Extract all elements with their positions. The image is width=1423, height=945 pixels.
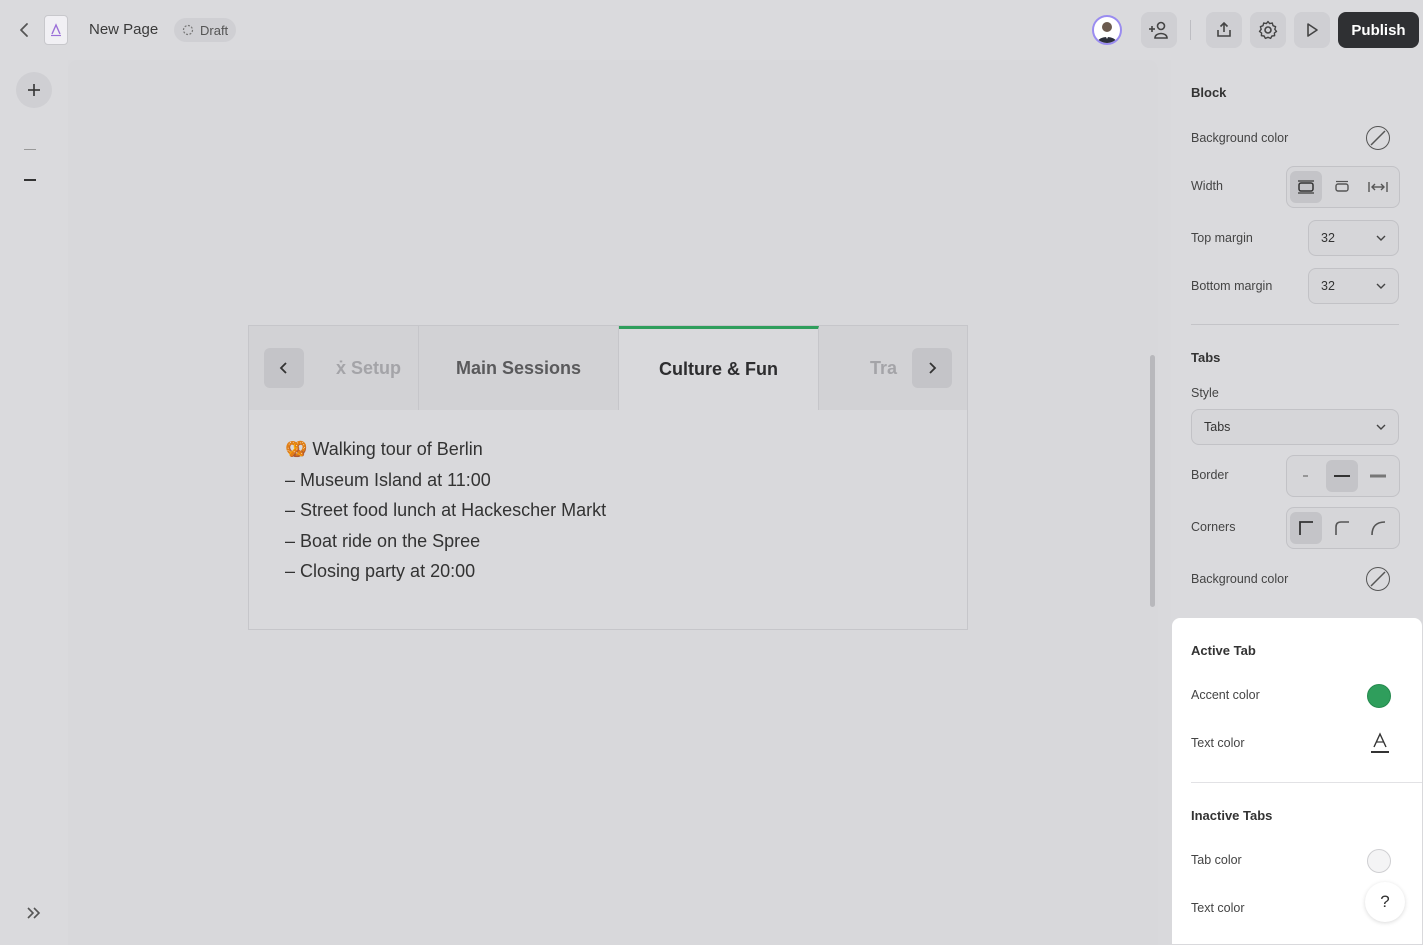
chevron-right-icon <box>929 362 937 374</box>
active-tab-heading: Active Tab <box>1191 643 1256 658</box>
outline-marker[interactable] <box>24 149 36 150</box>
border-thin-icon[interactable] <box>1290 460 1322 492</box>
inactive-tabs-heading: Inactive Tabs <box>1191 808 1273 823</box>
tabs-scroll-left-button[interactable] <box>264 348 304 388</box>
add-collaborator-button[interactable] <box>1141 12 1177 48</box>
tab-label: ẋ Setup <box>335 357 401 378</box>
add-block-button[interactable] <box>16 72 52 108</box>
canvas-scrollbar[interactable] <box>1150 355 1155 607</box>
block-bg-label: Background color <box>1191 131 1289 145</box>
settings-button[interactable] <box>1250 12 1286 48</box>
tab-color-swatch[interactable] <box>1367 849 1391 873</box>
back-icon[interactable] <box>12 18 36 42</box>
tab-strip: ẋ Setup Main Sessions Culture & Fun Tra <box>249 326 967 410</box>
block-bg-color-swatch[interactable] <box>1366 126 1390 150</box>
play-icon <box>1307 23 1318 37</box>
accent-color-label: Accent color <box>1191 688 1260 702</box>
width-medium-icon[interactable] <box>1326 171 1358 203</box>
content-line: – Closing party at 20:00 <box>285 561 476 581</box>
active-text-color-label: Text color <box>1191 736 1245 750</box>
style-select[interactable]: Tabs <box>1191 409 1399 445</box>
plus-icon <box>28 84 40 96</box>
add-user-icon <box>1149 21 1168 39</box>
draft-status-icon <box>182 24 194 36</box>
expand-sidebar-icon[interactable] <box>24 903 44 923</box>
status-label: Draft <box>200 22 229 38</box>
top-bar: New Page Draft Publish <box>0 0 1423 60</box>
section-divider <box>1191 782 1422 783</box>
share-button[interactable] <box>1206 12 1242 48</box>
inactive-text-color-label: Text color <box>1191 901 1245 915</box>
corners-label: Corners <box>1191 520 1236 534</box>
properties-panel: Block Background color Width Top margin … <box>1171 60 1423 620</box>
content-line: – Museum Island at 11:00 <box>285 469 491 490</box>
tabs-bg-label: Background color <box>1191 572 1289 586</box>
left-rail <box>0 60 68 945</box>
text-color-icon[interactable] <box>1369 731 1391 755</box>
border-selector <box>1286 455 1400 497</box>
content-line: – Boat ride on the Spree <box>285 530 481 551</box>
content-line: 🥨 Walking tour of Berlin <box>285 439 483 459</box>
top-margin-value: 32 <box>1321 231 1335 245</box>
corner-rounded-icon[interactable] <box>1326 512 1358 544</box>
tabs-heading: Tabs <box>1191 350 1221 365</box>
outline-marker-active[interactable] <box>24 179 36 181</box>
tabs-scroll-right-button[interactable] <box>912 348 952 388</box>
status-badge: Draft <box>174 18 237 42</box>
page-title[interactable]: New Page <box>89 21 158 38</box>
share-icon <box>1217 21 1231 37</box>
tab-label: Culture & Fun <box>659 359 778 379</box>
border-thick-icon[interactable] <box>1362 460 1394 492</box>
tab-main-sessions[interactable]: Main Sessions <box>419 326 619 410</box>
chevron-down-icon <box>1376 424 1386 430</box>
border-label: Border <box>1191 468 1229 482</box>
bottom-margin-label: Bottom margin <box>1191 279 1273 293</box>
content-line: – Street food lunch at Hackescher Markt <box>285 500 607 520</box>
bottom-margin-value: 32 <box>1321 279 1335 293</box>
width-label: Width <box>1191 179 1223 193</box>
corners-selector <box>1286 507 1400 549</box>
panel-divider <box>1191 324 1399 325</box>
style-label: Style <box>1191 386 1219 400</box>
chevron-down-icon <box>1376 235 1386 241</box>
style-value: Tabs <box>1204 420 1231 434</box>
width-selector <box>1286 166 1400 208</box>
avatar[interactable] <box>1092 15 1122 45</box>
border-medium-icon[interactable] <box>1326 460 1358 492</box>
top-margin-label: Top margin <box>1191 231 1253 245</box>
width-full-icon[interactable] <box>1362 171 1394 203</box>
no-color-icon <box>1370 130 1386 146</box>
page-doc-icon[interactable] <box>44 15 68 45</box>
bottom-margin-select[interactable]: 32 <box>1308 268 1399 304</box>
tab-color-label: Tab color <box>1191 853 1242 867</box>
tabs-block[interactable]: ẋ Setup Main Sessions Culture & Fun Tra … <box>248 325 968 630</box>
tab-label: Tra <box>870 357 898 378</box>
no-color-icon <box>1370 571 1386 587</box>
accent-color-swatch[interactable] <box>1367 684 1391 708</box>
chevron-down-icon <box>1376 283 1386 289</box>
corner-round-icon[interactable] <box>1362 512 1394 544</box>
gear-icon <box>1258 20 1278 40</box>
publish-button[interactable]: Publish <box>1338 12 1419 48</box>
preview-button[interactable] <box>1294 12 1330 48</box>
tab-label: Main Sessions <box>455 357 582 378</box>
block-heading: Block <box>1191 85 1227 100</box>
width-narrow-icon[interactable] <box>1290 171 1322 203</box>
help-button[interactable]: ? <box>1365 882 1405 922</box>
toolbar-divider <box>1190 20 1191 40</box>
tab-content[interactable]: 🥨 Walking tour of Berlin – Museum Island… <box>285 434 606 587</box>
tab-culture-fun[interactable]: Culture & Fun <box>619 326 819 410</box>
corner-square-icon[interactable] <box>1290 512 1322 544</box>
chevron-left-icon <box>279 362 287 374</box>
tabs-bg-color-swatch[interactable] <box>1366 567 1390 591</box>
top-margin-select[interactable]: 32 <box>1308 220 1399 256</box>
